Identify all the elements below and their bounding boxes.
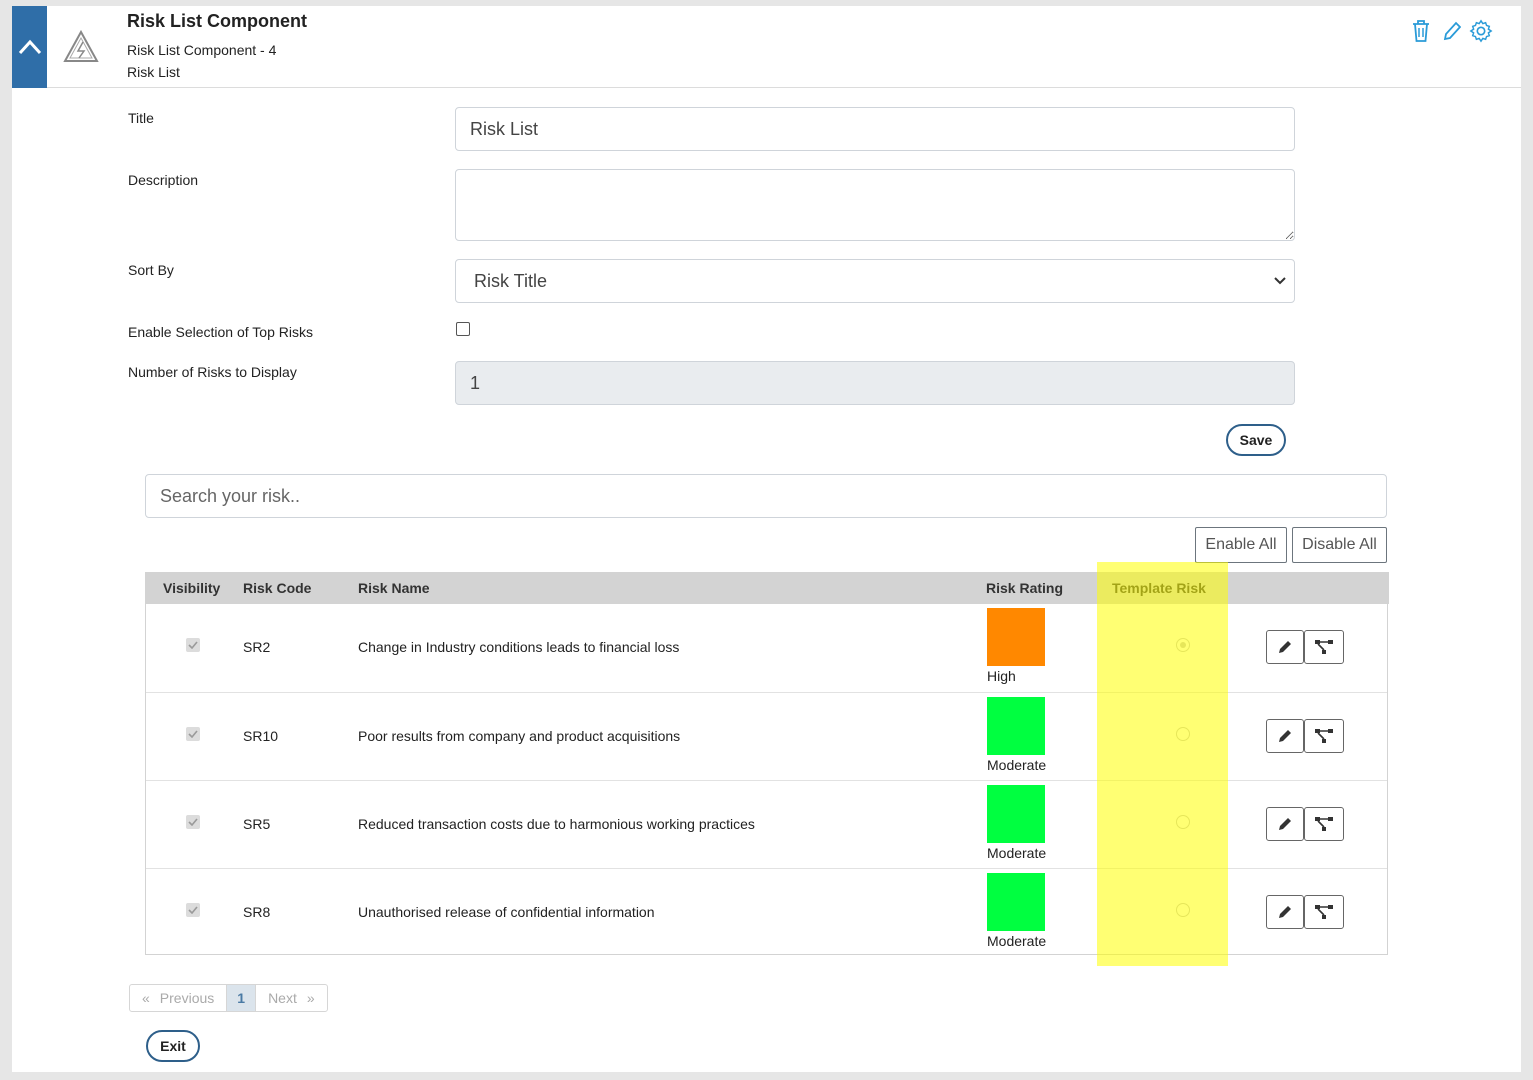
gear-icon[interactable] (1469, 18, 1493, 44)
risk-code: SR5 (243, 816, 271, 832)
next-page-button[interactable]: Next » (256, 985, 327, 1011)
hierarchy-button[interactable] (1304, 719, 1344, 753)
edit-button[interactable] (1266, 719, 1304, 753)
risk-rating-label: Moderate (987, 845, 1047, 861)
next-arrow-icon: » (306, 990, 315, 1006)
component-header: Risk List Component Risk List Component … (12, 6, 1521, 88)
enable-top-risks-label: Enable Selection of Top Risks (128, 324, 313, 340)
risk-code: SR2 (243, 639, 271, 655)
description-field[interactable] (455, 169, 1295, 241)
disable-all-button[interactable]: Disable All (1292, 527, 1387, 563)
header-risk-name: Risk Name (358, 580, 430, 596)
sort-by-value: Risk Title (474, 270, 548, 291)
chevron-up-icon (18, 39, 41, 55)
risk-name: Unauthorised release of confidential inf… (358, 904, 655, 920)
chevron-down-icon (1274, 277, 1286, 285)
visibility-checkbox[interactable] (186, 727, 200, 741)
prev-arrow-icon: « (142, 990, 150, 1006)
pencil-icon (1279, 730, 1291, 742)
previous-label: Previous (159, 990, 215, 1006)
hierarchy-icon (1315, 640, 1333, 654)
title-field[interactable] (455, 107, 1295, 151)
component-subtitle: Risk List Component - 4 (127, 42, 277, 58)
pencil-icon (1279, 818, 1291, 830)
collapse-button[interactable] (12, 6, 47, 88)
template-risk-radio[interactable] (1176, 638, 1190, 652)
risk-name: Change in Industry conditions leads to f… (358, 639, 680, 655)
risk-rating-label: Moderate (987, 933, 1047, 949)
header-template-risk: Template Risk (1112, 580, 1206, 596)
component-type: Risk List (127, 64, 180, 80)
num-risks-label: Number of Risks to Display (128, 364, 297, 380)
risk-table: Visibility Risk Code Risk Name Risk Rati… (145, 562, 1389, 966)
search-input[interactable]: Search your risk.. (145, 474, 1387, 518)
check-icon (188, 641, 198, 649)
table-row: SR2 Change in Industry conditions leads … (146, 604, 1387, 692)
previous-page-button[interactable]: « Previous (130, 985, 226, 1011)
template-risk-radio[interactable] (1176, 727, 1190, 741)
warning-triangle-icon (63, 29, 99, 62)
num-risks-field[interactable] (455, 361, 1295, 405)
visibility-checkbox[interactable] (186, 815, 200, 829)
trash-icon[interactable] (1409, 18, 1433, 44)
header-visibility: Visibility (163, 580, 221, 596)
table-row: SR5 Reduced transaction costs due to har… (146, 780, 1387, 868)
exit-button[interactable]: Exit (146, 1030, 200, 1062)
sort-by-select[interactable]: Risk Title (455, 259, 1295, 303)
check-icon (188, 906, 198, 914)
hierarchy-button[interactable] (1304, 630, 1344, 664)
edit-button[interactable] (1266, 895, 1304, 929)
component-title: Risk List Component (127, 11, 308, 31)
next-label: Next (268, 990, 297, 1006)
enable-all-button[interactable]: Enable All (1195, 527, 1287, 563)
risk-name: Reduced transaction costs due to harmoni… (358, 816, 755, 832)
table-row: SR8 Unauthorised release of confidential… (146, 868, 1387, 954)
risk-rating-swatch (987, 785, 1045, 843)
pencil-icon (1279, 906, 1291, 918)
radio-selected-dot (1180, 642, 1186, 648)
header-actions (1409, 18, 1493, 44)
visibility-checkbox[interactable] (186, 903, 200, 917)
pagination: « Previous 1 Next » (129, 984, 328, 1012)
save-button[interactable]: Save (1226, 424, 1286, 456)
risk-rating-label: High (987, 668, 1016, 684)
risk-rating-swatch (987, 873, 1045, 931)
edit-button[interactable] (1266, 630, 1304, 664)
page-number[interactable]: 1 (226, 985, 257, 1011)
template-risk-radio[interactable] (1176, 815, 1190, 829)
hierarchy-button[interactable] (1304, 807, 1344, 841)
table-header: Visibility Risk Code Risk Name Risk Rati… (146, 572, 1389, 604)
check-icon (188, 818, 198, 826)
risk-list-panel: Risk List Component Risk List Component … (12, 6, 1521, 1072)
enable-top-risks-checkbox[interactable] (456, 322, 470, 336)
pencil-icon (1279, 641, 1291, 653)
sort-by-label: Sort By (128, 262, 174, 278)
risk-rating-label: Moderate (987, 757, 1047, 773)
title-label: Title (128, 110, 154, 126)
pencil-icon[interactable] (1439, 18, 1463, 44)
header-risk-rating: Risk Rating (986, 580, 1064, 596)
template-risk-radio[interactable] (1176, 903, 1190, 917)
risk-name: Poor results from company and product ac… (358, 728, 681, 744)
hierarchy-icon (1315, 817, 1333, 831)
risk-rating-swatch (987, 608, 1045, 666)
risk-rating-swatch (987, 697, 1045, 755)
risk-code: SR10 (243, 728, 279, 744)
hierarchy-icon (1315, 729, 1333, 743)
check-icon (188, 730, 198, 738)
table-row: SR10 Poor results from company and produ… (146, 692, 1387, 780)
hierarchy-button[interactable] (1304, 895, 1344, 929)
edit-button[interactable] (1266, 807, 1304, 841)
hierarchy-icon (1315, 905, 1333, 919)
risk-code: SR8 (243, 904, 271, 920)
header-risk-code: Risk Code (243, 580, 312, 596)
visibility-checkbox[interactable] (186, 638, 200, 652)
description-label: Description (128, 172, 199, 188)
